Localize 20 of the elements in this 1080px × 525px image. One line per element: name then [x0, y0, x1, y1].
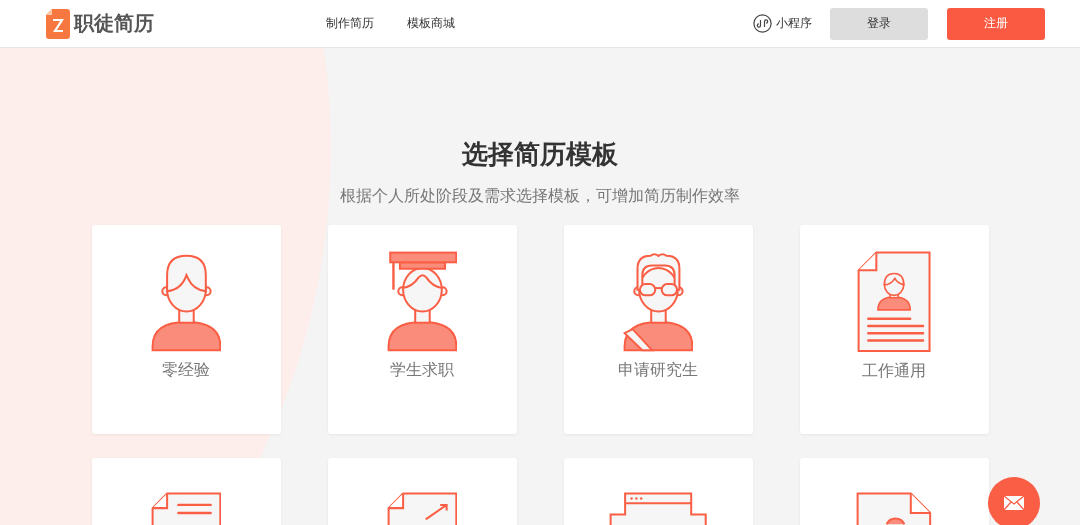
template-card[interactable]: 申请研究生 — [563, 225, 753, 434]
template-label: 工作通用 — [862, 360, 926, 382]
logo-icon — [46, 8, 70, 39]
template-card[interactable]: 工作通用 — [799, 225, 989, 434]
mini-program-link[interactable]: 小程序 — [753, 14, 812, 33]
template-card[interactable]: 零经验 — [91, 225, 281, 434]
page-title: 选择简历模板 — [462, 138, 618, 171]
register-button[interactable]: 注册 — [947, 7, 1045, 40]
mail-icon — [1003, 495, 1025, 511]
link-icon — [753, 14, 772, 33]
template-label: 零经验 — [162, 359, 210, 381]
nav-link[interactable]: 模板商城 — [407, 15, 455, 32]
login-button[interactable]: 登录 — [830, 7, 928, 40]
template-label: 学生求职 — [390, 359, 454, 381]
page-subtitle: 根据个人所处阶段及需求选择模板，可增加简历制作效率 — [340, 186, 740, 207]
logo-text: 职徒简历 — [74, 10, 154, 37]
template-card[interactable]: 学生求职 — [327, 225, 517, 434]
template-label: 申请研究生 — [618, 359, 698, 381]
mail-button[interactable] — [988, 477, 1040, 525]
nav-link[interactable]: 制作简历 — [326, 15, 374, 32]
